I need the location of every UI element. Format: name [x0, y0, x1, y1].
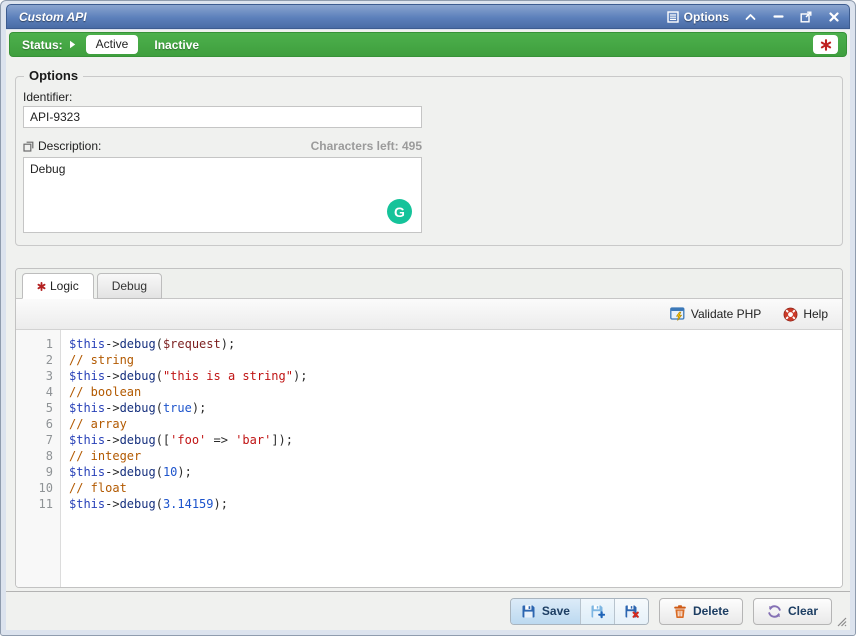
refresh-icon [767, 604, 782, 619]
popout-icon [800, 11, 812, 23]
options-menu-label: Options [684, 10, 729, 24]
line-number: 2 [16, 352, 53, 368]
description-row: Description: Characters left: 495 [23, 139, 422, 153]
tab-logic-label: Logic [50, 279, 79, 293]
save-and-new-button[interactable] [580, 599, 614, 624]
code-line[interactable]: $this->debug(10); [69, 464, 842, 480]
save-button-group: Save [510, 598, 649, 625]
list-icon [667, 11, 679, 23]
help-label: Help [803, 307, 828, 321]
validate-php-icon [670, 307, 686, 322]
save-floppy-icon [521, 604, 536, 619]
titlebar-tools: Options [667, 10, 841, 24]
custom-api-window: Custom API Options Status: [0, 0, 856, 636]
line-number: 1 [16, 336, 53, 352]
identifier-label: Identifier: [23, 90, 72, 104]
minimize-button[interactable] [771, 10, 785, 24]
line-number: 9 [16, 464, 53, 480]
save-button[interactable]: Save [511, 599, 580, 624]
line-number: 3 [16, 368, 53, 384]
trash-icon [673, 604, 687, 619]
description-label: Description: [38, 139, 101, 153]
code-line[interactable]: $this->debug("this is a string"); [69, 368, 842, 384]
line-number: 5 [16, 400, 53, 416]
arrow-right-icon [69, 40, 76, 49]
popout-button[interactable] [799, 10, 813, 24]
clear-button[interactable]: Clear [753, 598, 832, 625]
code-gutter: 1234567891011 [16, 330, 61, 587]
validate-php-button[interactable]: Validate PHP [666, 304, 765, 325]
window-title: Custom API [19, 10, 87, 24]
code-line[interactable]: // string [69, 352, 842, 368]
save-and-close-button[interactable] [614, 599, 648, 624]
help-lifebuoy-icon [783, 307, 798, 322]
code-line[interactable]: $this->debug(true); [69, 400, 842, 416]
save-and-close-icon [624, 604, 639, 619]
line-number: 8 [16, 448, 53, 464]
code-line[interactable]: // boolean [69, 384, 842, 400]
save-label: Save [542, 604, 570, 618]
resize-grip-icon [834, 614, 847, 627]
code-line[interactable]: $this->debug($request); [69, 336, 842, 352]
status-option-active[interactable]: Active [86, 35, 139, 54]
characters-left-counter: Characters left: 495 [311, 139, 422, 153]
popout-icon[interactable] [23, 141, 34, 152]
code-line[interactable]: // integer [69, 448, 842, 464]
resize-grip[interactable] [834, 614, 847, 627]
options-menu-button[interactable]: Options [667, 10, 729, 24]
save-and-new-icon [590, 604, 605, 619]
description-field-wrap: Debug G [23, 157, 422, 233]
code-line[interactable]: // float [69, 480, 842, 496]
line-number: 6 [16, 416, 53, 432]
code-line[interactable]: $this->debug(3.14159); [69, 496, 842, 512]
tab-debug-label: Debug [112, 279, 147, 293]
line-number: 7 [16, 432, 53, 448]
identifier-input[interactable] [23, 106, 422, 128]
clear-label: Clear [788, 604, 818, 618]
code-lines[interactable]: $this->debug($request);// string$this->d… [61, 330, 842, 587]
logic-panel: Logic Debug Validate PHP Help 1234567891… [15, 268, 843, 588]
minus-icon [773, 11, 784, 22]
status-option-inactive[interactable]: Inactive [154, 38, 199, 52]
line-number: 10 [16, 480, 53, 496]
tab-strip: Logic Debug [16, 269, 842, 299]
asterisk-icon [37, 282, 46, 291]
line-number: 4 [16, 384, 53, 400]
help-button[interactable]: Help [779, 304, 832, 325]
tab-logic[interactable]: Logic [22, 273, 94, 299]
editor-toolbar: Validate PHP Help [16, 299, 842, 330]
status-bar: Status: Active Inactive [9, 32, 847, 57]
close-button[interactable] [827, 10, 841, 24]
close-icon [829, 12, 839, 22]
tab-debug[interactable]: Debug [97, 273, 162, 299]
description-textarea[interactable]: Debug [23, 157, 422, 233]
asterisk-icon [820, 39, 832, 51]
code-line[interactable]: // array [69, 416, 842, 432]
footer-toolbar: Save Delete Clear [6, 592, 850, 630]
chevron-up-icon [745, 13, 756, 21]
window-body: Status: Active Inactive Options Identifi… [6, 30, 850, 630]
grammarly-icon[interactable]: G [387, 199, 412, 224]
titlebar[interactable]: Custom API Options [6, 4, 850, 29]
options-legend: Options [24, 68, 83, 83]
code-editor[interactable]: 1234567891011 $this->debug($request);// … [16, 330, 842, 587]
options-fieldset: Options Identifier: Description: Charact… [15, 76, 843, 246]
status-label: Status: [22, 38, 63, 52]
code-line[interactable]: $this->debug(['foo' => 'bar']); [69, 432, 842, 448]
line-number: 11 [16, 496, 53, 512]
collapse-button[interactable] [743, 10, 757, 24]
delete-button[interactable]: Delete [659, 598, 743, 625]
delete-label: Delete [693, 604, 729, 618]
required-indicator [813, 35, 838, 54]
validate-php-label: Validate PHP [691, 307, 761, 321]
